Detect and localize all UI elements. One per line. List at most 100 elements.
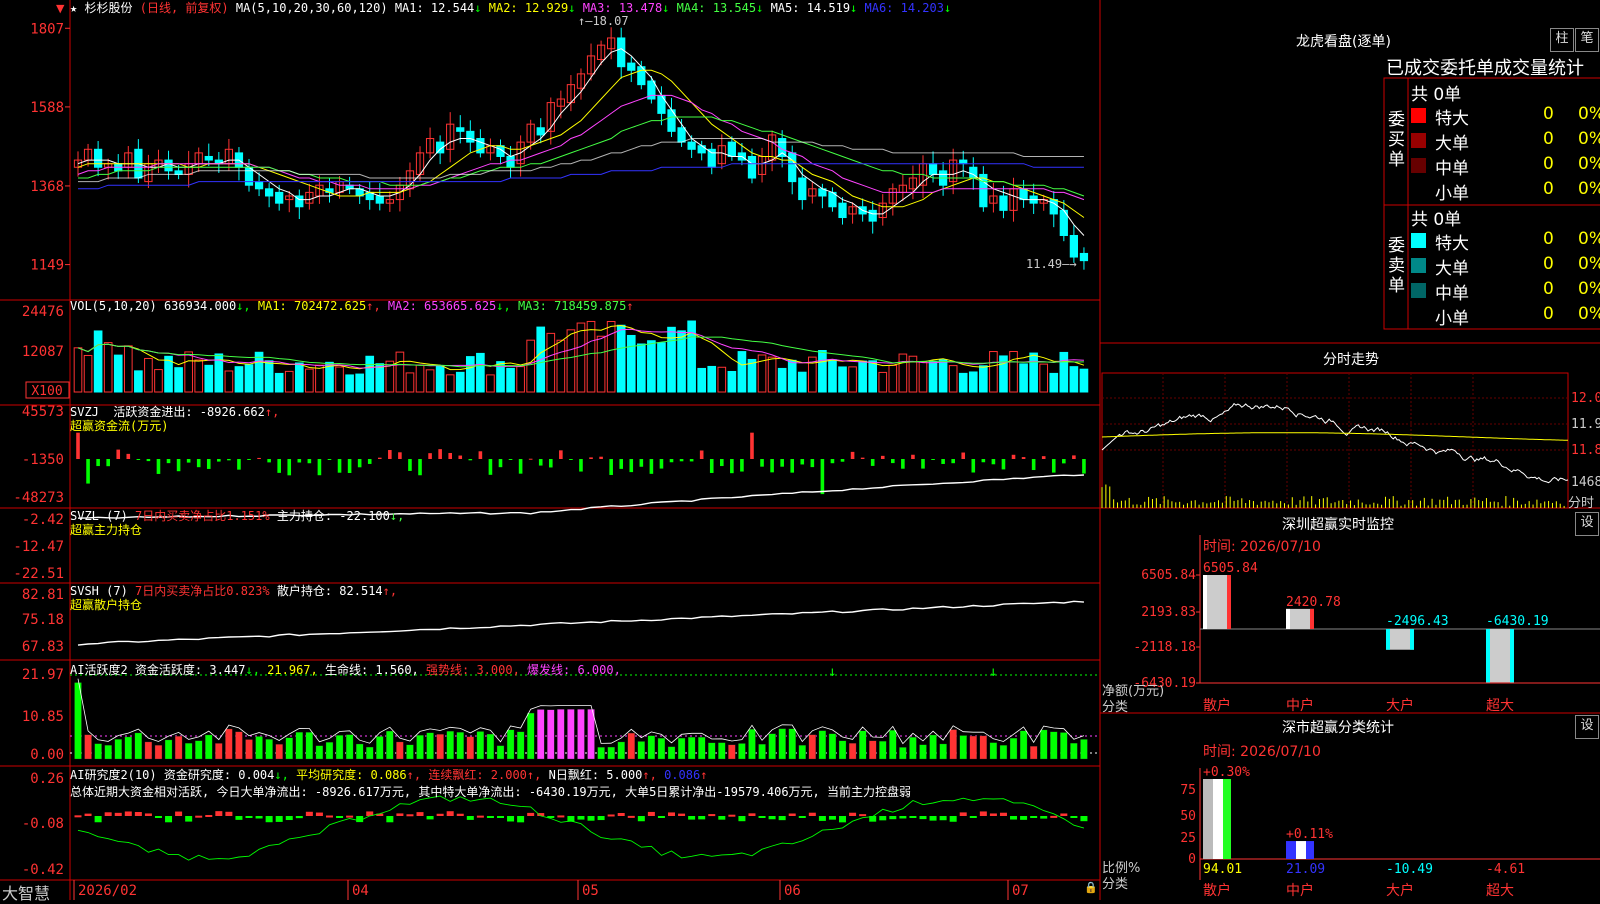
ai2-bar — [828, 816, 836, 820]
ai1-bar — [325, 742, 334, 760]
volume-bar — [777, 367, 787, 393]
volume-bar — [254, 351, 264, 393]
volume-bar — [1079, 368, 1089, 393]
chart-canvas[interactable]: 1807 1588 1368 1149 24476 12087 X100 45573 -1350… — [0, 0, 1600, 900]
stats-bar-right — [1306, 841, 1314, 859]
volume-bar — [828, 359, 837, 393]
volume-bar — [747, 358, 757, 393]
buy-row-swatch-0 — [1411, 108, 1426, 123]
candle-body — [1049, 199, 1058, 215]
ai2-bar — [436, 813, 444, 816]
ai2-bar — [74, 815, 82, 818]
ai1-bar — [617, 741, 625, 760]
ai1-bar — [356, 743, 364, 760]
date-label-4: 07 — [1012, 883, 1029, 899]
pen-mode-button[interactable]: 笔 — [1575, 28, 1599, 52]
ai1-bar — [386, 730, 394, 760]
ai2-bar — [134, 812, 142, 816]
ai1-arrow-0: ↓, — [245, 663, 260, 677]
monitor-title: 深圳超赢实时监控 — [1282, 517, 1394, 533]
ai2-bar — [154, 816, 162, 818]
volume-bar — [415, 364, 425, 393]
ai2-bar — [275, 816, 283, 822]
intraday-price-line — [1101, 402, 1569, 484]
volume-bar — [506, 367, 515, 393]
monitor-bar-edge-l — [1386, 629, 1390, 650]
candle-body — [345, 184, 354, 190]
svzj-bar — [880, 455, 885, 459]
ai2-bar — [979, 811, 987, 816]
volume-bar — [234, 366, 244, 393]
vol-legend-0: 636934.000 — [163, 299, 237, 313]
volume-bar — [1019, 363, 1028, 393]
candle-body — [204, 155, 213, 161]
sell-row-swatch-2 — [1411, 283, 1426, 298]
ai2-bar — [999, 812, 1007, 816]
candle-body — [466, 130, 475, 143]
volume-bar — [717, 366, 727, 393]
ai2-arrow-2: ↑, — [526, 768, 542, 782]
ai1-bar — [838, 740, 847, 760]
volume-bar — [1069, 366, 1079, 393]
ai1-bar — [1009, 737, 1018, 760]
candle-body — [697, 145, 706, 154]
ai2-bar — [396, 813, 404, 816]
svzj-bar — [398, 452, 402, 459]
ai2-bar — [507, 816, 515, 822]
volume-bar — [435, 364, 445, 393]
buy-row-name-2: 中单 — [1435, 159, 1469, 179]
monitor-category-3: 超大 — [1486, 698, 1514, 714]
volume-bar — [365, 355, 375, 393]
buy-row-pct-0: 0% — [1578, 104, 1600, 124]
bar-mode-button[interactable]: 柱 — [1550, 28, 1574, 52]
volume-bar — [737, 351, 747, 393]
ai2-bar — [496, 816, 504, 818]
monitor-bar-edge-l — [1203, 575, 1207, 629]
sell-row-count-2: 0 — [1543, 279, 1554, 299]
svzj-bar — [438, 449, 442, 459]
svzj-subtitle: 超赢资金流(万元) — [70, 419, 169, 433]
volume-bar — [284, 370, 294, 393]
stats-pct-1: +0.11% — [1286, 827, 1333, 842]
ai2-legend-items: 资金研究度: 0.004↓, 平均研究度: 0.086↑, 连续飘红: 2.00… — [164, 768, 708, 782]
ai1-bar — [366, 746, 374, 760]
monitor-category-2: 大户 — [1386, 697, 1414, 714]
sell-row-count-3: 0 — [1543, 304, 1554, 324]
svzj-bar — [1082, 459, 1086, 474]
volume-bar — [93, 330, 103, 393]
stats-bar-mid — [1213, 779, 1223, 859]
stats-bar-0 — [1203, 779, 1231, 859]
sell-row-name-3: 小单 — [1435, 309, 1469, 329]
ai2-tick-0: 0.26 — [30, 771, 64, 787]
ai2-bar — [637, 816, 645, 822]
ai2-bar — [1060, 813, 1068, 816]
ai1-bar — [879, 741, 887, 760]
ai1-bar — [496, 745, 505, 760]
ai1-bar — [84, 734, 92, 760]
candle-body — [1069, 234, 1079, 258]
buy-row-count-0: 0 — [1543, 104, 1554, 124]
ai1-bar — [1050, 731, 1058, 760]
ai2-bar — [758, 816, 766, 818]
volume-bar — [586, 320, 596, 393]
ai2-bar — [114, 812, 122, 816]
sell-row-pct-1: 0% — [1578, 254, 1600, 274]
stats-settings-button[interactable]: 设 — [1575, 715, 1599, 739]
monitor-settings-button[interactable]: 设 — [1575, 512, 1599, 536]
svzj-bar — [518, 459, 523, 474]
ai2-bar — [778, 816, 786, 821]
ai2-legend: AI研究度2(10) 资金研究度: 0.004↓, 平均研究度: 0.086↑,… — [70, 767, 911, 801]
svzj-bar — [327, 459, 332, 460]
ai1-bar — [547, 709, 555, 760]
stats-tick-0: 75 — [1180, 783, 1196, 798]
monitor-value-3: -6430.19 — [1486, 614, 1549, 629]
volume-bar — [687, 320, 696, 393]
lock-icon[interactable]: 🔒 — [1084, 881, 1098, 894]
svzj-bar — [810, 459, 815, 468]
ai2-bar — [1040, 816, 1048, 819]
buy-row-swatch-1 — [1411, 133, 1426, 148]
svzj-bar — [569, 459, 573, 460]
svzj-bar — [770, 459, 774, 473]
svsh-subtitle: 超赢散户持仓 — [70, 598, 143, 612]
ai1-bar — [225, 728, 233, 760]
